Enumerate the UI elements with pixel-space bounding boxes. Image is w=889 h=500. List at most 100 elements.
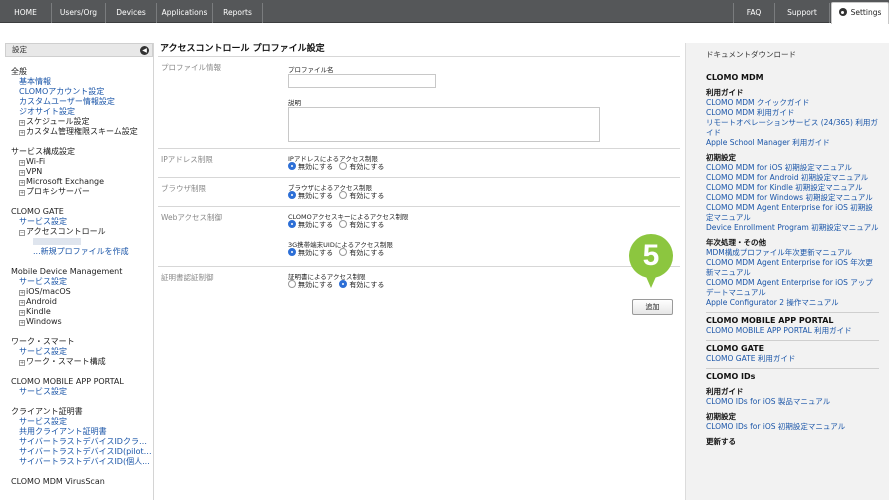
sidebar-item[interactable]: + Wi-Fi — [11, 157, 153, 167]
doc-link[interactable]: CLOMO MOBILE APP PORTAL 利用ガイド — [706, 326, 879, 336]
redacted-profile-name — [33, 238, 81, 245]
sidebar-group-title: CLOMO MDM VirusScan — [11, 477, 105, 486]
doc-link[interactable]: CLOMO MDM クイックガイド — [706, 98, 879, 108]
tab-applications[interactable]: Applications — [157, 3, 213, 23]
sidebar-item[interactable]: + Windows — [11, 317, 153, 327]
sidebar-item[interactable]: + Kindle — [11, 307, 153, 317]
ip-enable-radio[interactable] — [339, 162, 348, 170]
sidebar-item[interactable]: サービス設定 — [11, 387, 153, 397]
sidebar-group: CLOMO MOBILE APP PORTAL サービス設定 — [11, 377, 153, 397]
doc-link[interactable]: CLOMO MDM for Windows 初期設定マニュアル — [706, 193, 879, 203]
sidebar-item[interactable]: ジオサイト設定 — [11, 107, 153, 117]
sidebar-item[interactable]: カスタムユーザー情報設定 — [11, 97, 153, 107]
doc-link[interactable]: CLOMO GATE 利用ガイド — [706, 354, 879, 364]
cert-disable-radio[interactable] — [288, 280, 296, 288]
tab-support[interactable]: Support — [775, 3, 830, 23]
doc-link[interactable]: Device Enrollment Program 初期設定マニュアル — [706, 223, 879, 233]
sidebar-item-redacted[interactable] — [11, 237, 153, 247]
sidebar-item-label: アクセスコントロール — [26, 227, 106, 236]
sidebar-item[interactable]: サービス設定 — [11, 417, 153, 427]
sidebar-item[interactable]: + iOS/macOS — [11, 287, 153, 297]
expand-tree-icon[interactable]: + — [19, 310, 25, 316]
doc-link[interactable]: CLOMO IDs for iOS 製品マニュアル — [706, 397, 879, 407]
add-button[interactable]: 追加 — [632, 299, 673, 315]
expand-tree-icon[interactable]: + — [19, 170, 25, 176]
tab-settings[interactable]: Settings — [831, 2, 889, 24]
collapse-tree-icon[interactable]: − — [19, 230, 25, 236]
sidebar-item[interactable]: CLOMOアカウント設定 — [11, 87, 153, 97]
sidebar-item[interactable]: サイバートラストデバイスID(pilot)... — [11, 447, 153, 457]
doc-link[interactable]: CLOMO MDM 利用ガイド — [706, 108, 879, 118]
browser-enable-radio[interactable] — [339, 191, 348, 199]
sidebar-item[interactable]: + ワーク・スマート構成 — [11, 357, 153, 367]
profile-name-input[interactable] — [288, 74, 436, 88]
sidebar-item[interactable]: + VPN — [11, 167, 153, 177]
doc-link[interactable]: Apple School Manager 利用ガイド — [706, 138, 879, 148]
sidebar-item-label: ワーク・スマート構成 — [26, 357, 106, 366]
uid-enable-label: 有効にする — [349, 249, 385, 257]
sidebar-item[interactable]: サイバートラストデバイスID(個人... — [11, 457, 153, 467]
doc-link[interactable]: MDM構成プロファイル年次更新マニュアル — [706, 248, 879, 258]
ip-disable-radio[interactable] — [288, 162, 296, 170]
doc-link[interactable]: CLOMO MDM Agent Enterprise for iOS アップデー… — [706, 278, 879, 298]
doc-link[interactable]: リモートオペレーションサービス (24/365) 利用ガイド — [706, 118, 879, 138]
ip-radio-group: 無効にする 有効にする — [288, 162, 384, 172]
sidebar-group: ワーク・スマート サービス設定 + ワーク・スマート構成 — [11, 337, 153, 367]
expand-tree-icon[interactable]: + — [19, 130, 25, 136]
doc-subcategory-title: 利用ガイド — [706, 88, 744, 97]
sidebar-item[interactable]: + カスタム管理権限スキーム設定 — [11, 127, 153, 137]
doc-link[interactable]: CLOMO IDs for iOS 初期設定マニュアル — [706, 422, 879, 432]
doc-link[interactable]: Apple Configurator 2 操作マニュアル — [706, 298, 879, 308]
cert-enable-radio[interactable] — [339, 280, 348, 288]
sidebar-item-label: プロキシサーバー — [26, 187, 90, 196]
collapse-icon[interactable]: ◀ — [140, 46, 149, 55]
expand-tree-icon[interactable]: + — [19, 190, 25, 196]
access-key-enable-radio[interactable] — [339, 220, 348, 228]
description-textarea[interactable] — [288, 107, 600, 142]
sidebar-item[interactable]: サイバートラストデバイスIDクライ... — [11, 437, 153, 447]
expand-tree-icon[interactable]: + — [19, 290, 25, 296]
callout-pointer — [644, 272, 658, 288]
doc-link[interactable]: CLOMO MDM for Kindle 初期設定マニュアル — [706, 183, 879, 193]
expand-tree-icon[interactable]: + — [19, 300, 25, 306]
expand-tree-icon[interactable]: + — [19, 320, 25, 326]
sidebar-item[interactable]: − アクセスコントロール — [11, 227, 153, 237]
expand-tree-icon[interactable]: + — [19, 160, 25, 166]
sidebar-item[interactable]: + プロキシサーバー — [11, 187, 153, 197]
sidebar-item[interactable]: サービス設定 — [11, 347, 153, 357]
sidebar-item[interactable]: サービス設定 — [11, 217, 153, 227]
sidebar-item[interactable]: + スケジュール設定 — [11, 117, 153, 127]
doc-link[interactable]: CLOMO MDM for Android 初期設定マニュアル — [706, 173, 879, 183]
cert-disable-label: 無効にする — [298, 281, 334, 289]
expand-tree-icon[interactable]: + — [19, 360, 25, 366]
expand-tree-icon[interactable]: + — [19, 180, 25, 186]
main-content: アクセスコントロール プロファイル設定 プロファイル情報 プロファイル名 説明 … — [158, 43, 680, 289]
sidebar-item[interactable]: 共用クライアント証明書 — [11, 427, 153, 437]
doc-category-title: CLOMO MDM — [706, 73, 764, 82]
profile-info-section-label: プロファイル情報 — [161, 63, 221, 72]
uid-enable-radio[interactable] — [339, 248, 348, 256]
sidebar-item[interactable]: 基本情報 — [11, 77, 153, 87]
uid-disable-radio[interactable] — [288, 248, 296, 256]
sidebar-item[interactable]: + Android — [11, 297, 153, 307]
sidebar-item[interactable]: + Microsoft Exchange — [11, 177, 153, 187]
tab-devices[interactable]: Devices — [106, 3, 157, 23]
tab-home[interactable]: HOME — [0, 3, 52, 23]
access-key-disable-radio[interactable] — [288, 220, 296, 228]
tab-reports[interactable]: Reports — [213, 3, 263, 23]
ip-disable-label: 無効にする — [298, 163, 334, 171]
certificate-row: 証明書認証制御 証明書によるアクセス制限 無効にする 有効にする — [158, 266, 680, 296]
sidebar-item[interactable]: サービス設定 — [11, 277, 153, 287]
sidebar-item-new-profile[interactable]: ...新規プロファイルを作成 — [11, 247, 153, 257]
document-download-title: ドキュメントダウンロード — [706, 50, 796, 59]
tab-faq[interactable]: FAQ — [733, 3, 775, 23]
doc-link[interactable]: CLOMO MDM Agent Enterprise for iOS 年次更新マ… — [706, 258, 879, 278]
tab-users-org[interactable]: Users/Org — [52, 3, 106, 23]
doc-link[interactable]: CLOMO MDM Agent Enterprise for iOS 初期設定マ… — [706, 203, 879, 223]
doc-link[interactable]: CLOMO MDM for iOS 初期設定マニュアル — [706, 163, 879, 173]
expand-tree-icon[interactable]: + — [19, 120, 25, 126]
page-title: アクセスコントロール プロファイル設定 — [160, 44, 325, 54]
doc-subcategory-title: 利用ガイド — [706, 387, 744, 396]
document-download-panel: ドキュメントダウンロード CLOMO MDM 利用ガイド CLOMO MDM クイッ… — [685, 43, 889, 500]
browser-disable-radio[interactable] — [288, 191, 296, 199]
